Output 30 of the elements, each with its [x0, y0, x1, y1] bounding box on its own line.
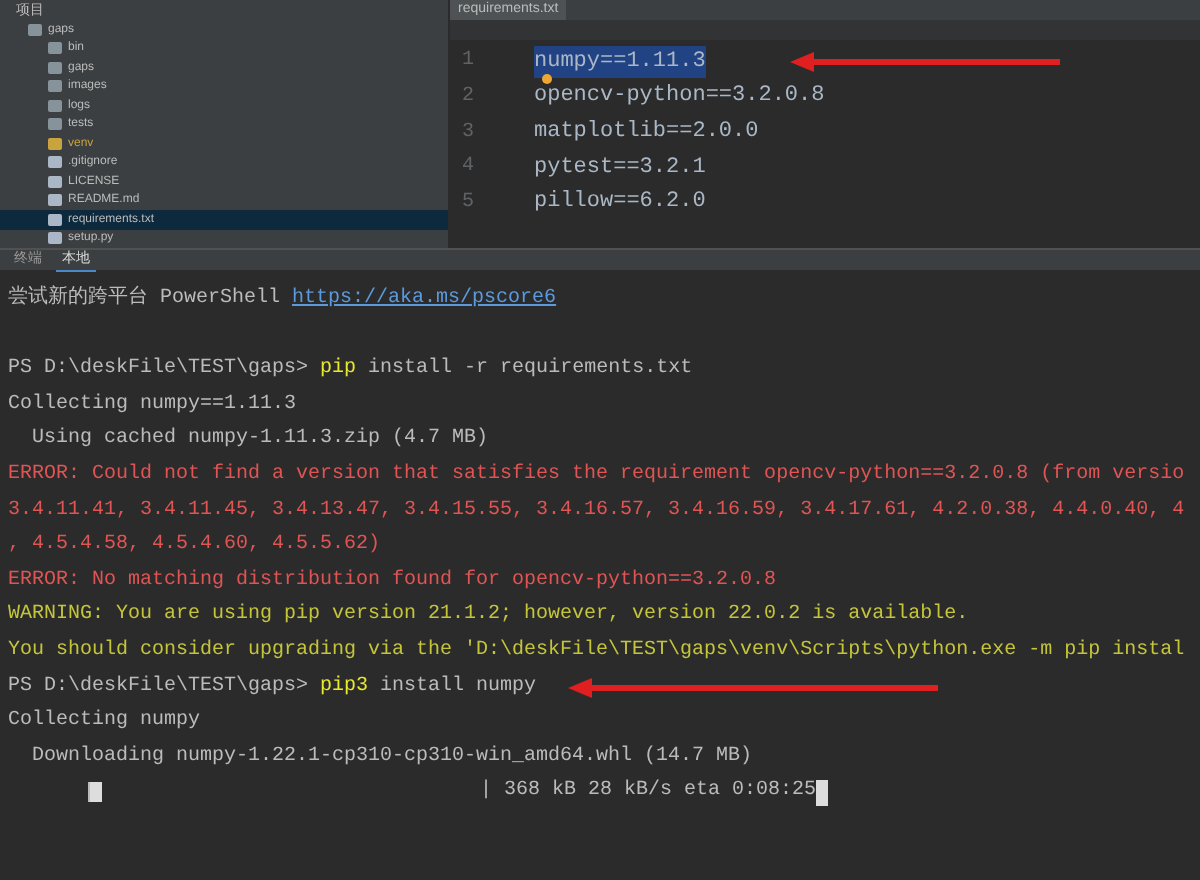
code-line: opencv-python==3.2.0.8 — [534, 82, 825, 113]
terminal-text: PS D:\deskFile\TEST\gaps> — [8, 355, 311, 385]
line-number: 5 — [460, 190, 477, 219]
progress-text: | 368 kB 28 kB/s eta 0:08:25 — [480, 777, 817, 807]
line-number: 2 — [460, 84, 477, 113]
code-line: pillow==6.2.0 — [534, 188, 706, 219]
bulb-icon[interactable] — [542, 74, 552, 84]
command-text: pip — [320, 355, 357, 385]
error-text: ERROR: Could not find a version that satisfies the requirement opencv-python==3.2.0.8 (from versio — [8, 461, 1185, 490]
warning-text: WARNING: You are using pip version 21.1.2; however, version 22.0.2 is available. — [8, 601, 969, 631]
error-text: 3.4.11.41, 3.4.11.45, 3.4.13.47, 3.4.15.55, 3.4.16.57, 3.4.16.59, 3.4.17.61, 4.2.0.38, 4.4.0.40, 4 — [8, 497, 1185, 526]
terminal-text: Collecting numpy==1.11.3 — [8, 391, 297, 420]
error-text: ERROR: No matching distribution found for opencv-python==3.2.0.8 — [8, 567, 777, 596]
terminal-text: Collecting numpy — [8, 707, 201, 737]
terminal-text: Downloading numpy-1.22.1-cp310-cp310-win_amd64.whl (14.7 MB) — [30, 743, 753, 772]
line-number: 1 — [460, 48, 477, 77]
line-number: 4 — [460, 154, 477, 183]
terminal-text: PS D:\deskFile\TEST\gaps> — [8, 673, 311, 702]
command-text: pip3 — [320, 673, 369, 702]
line-number: 3 — [460, 119, 477, 148]
terminal-text: install numpy — [378, 673, 537, 702]
code-line: matplotlib==2.0.0 — [534, 117, 759, 148]
warning-text: You should consider upgrading via the 'D:\deskFile\TEST\gaps\venv\Scripts\python.exe -m pip instal — [8, 637, 1185, 666]
code-line: pytest==3.2.1 — [534, 153, 706, 184]
terminal-text: install -r requirements.txt — [366, 355, 693, 385]
text-cursor — [816, 779, 829, 806]
error-text: , 4.5.4.58, 4.5.4.60, 4.5.5.62) — [8, 531, 381, 561]
link[interactable]: https://aka.ms/pscore6 — [292, 282, 557, 318]
terminal-text: Using cached numpy-1.11.3.zip (4.7 MB) — [30, 425, 489, 455]
terminal-text: 尝试新的跨平台 PowerShell — [8, 283, 283, 314]
